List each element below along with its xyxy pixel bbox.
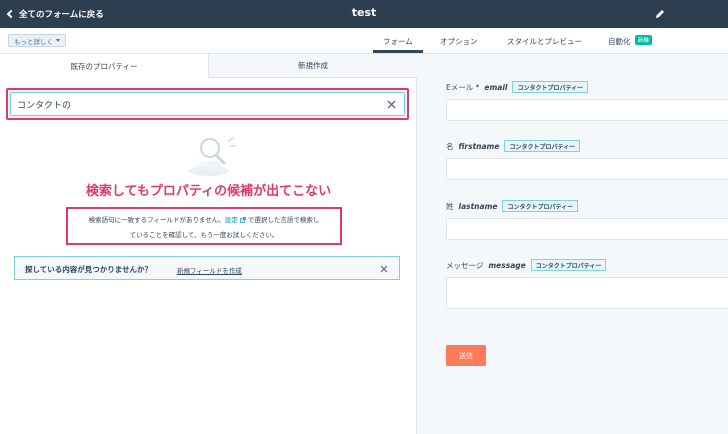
field-label-message: メッセージ message コンタクトプロパティー	[446, 258, 607, 272]
form-preview-panel: Eメール * email コンタクトプロパティー 名 firstname コンタ…	[418, 54, 728, 434]
field-label-text: Eメール *	[446, 82, 480, 92]
field-internal-name: lastname	[458, 201, 498, 211]
tab-create-new[interactable]: 新規作成	[208, 54, 417, 78]
tab-form[interactable]: フォーム	[373, 36, 423, 53]
field-label-text: 姓	[446, 201, 454, 211]
create-new-field-link[interactable]: 新規フィールドを作成	[177, 265, 242, 275]
pencil-icon[interactable]	[654, 8, 666, 20]
no-results-message-line2: ていることを確認して、もう一度お試しください。	[129, 231, 279, 239]
field-label-firstname: 名 firstname コンタクトプロパティー	[446, 139, 581, 153]
property-type-tag: コンタクトプロパティー	[530, 259, 607, 271]
clear-search-icon[interactable]	[387, 100, 396, 109]
new-badge: 新機	[635, 35, 653, 45]
field-label-lastname: 姓 lastname コンタクトプロパティー	[446, 199, 579, 213]
field-internal-name: message	[488, 260, 526, 270]
more-details-label: もっと詳しく	[14, 37, 53, 46]
settings-link[interactable]: 設定	[225, 216, 238, 224]
help-banner: 探している内容が見つかりませんか？ 新規フィールドを作成	[14, 256, 400, 280]
top-bar: 全てのフォームに戻る test	[0, 0, 728, 28]
property-type-tag: コンタクトプロパティー	[502, 200, 579, 212]
annotation-text: 検索してもプロパティの候補が出てこない	[85, 184, 332, 199]
submit-button[interactable]: 送信	[446, 345, 486, 366]
property-type-tag: コンタクトプロパティー	[512, 81, 589, 93]
field-internal-name: email	[484, 82, 508, 92]
field-label-text: 名	[446, 141, 454, 151]
external-link-icon	[239, 217, 246, 223]
close-icon[interactable]	[380, 265, 388, 273]
more-details-dropdown[interactable]: もっと詳しく	[8, 34, 66, 47]
form-title: test	[351, 6, 377, 19]
tab-options[interactable]: オプション	[440, 36, 478, 47]
message-field[interactable]	[446, 277, 728, 309]
lastname-field[interactable]	[446, 218, 728, 240]
help-question: 探している内容が見つかりませんか？	[25, 265, 153, 274]
tab-automation[interactable]: 自動化	[608, 36, 631, 47]
no-results-message-line1: 検索語句に一致するフィールドがありません。設定 で選択した言語で検索し	[70, 214, 338, 224]
field-internal-name: firstname	[458, 141, 500, 151]
caret-down-icon	[56, 39, 60, 42]
firstname-field[interactable]	[446, 158, 728, 180]
magnifier-illustration-icon	[189, 137, 236, 176]
message-highlight-box	[66, 207, 342, 245]
search-box	[10, 92, 405, 116]
email-field[interactable]	[446, 99, 728, 121]
field-label-text: メッセージ	[446, 260, 484, 270]
no-results-text-a: 検索語句に一致するフィールドがありません。	[88, 216, 225, 224]
tab-existing-properties[interactable]: 既存のプロパティー	[0, 54, 208, 78]
no-results-text-b: で選択した言語で検索し	[247, 216, 320, 224]
sub-navigation-bar: もっと詳しく フォーム オプション スタイルとプレビュー 自動化 新機	[0, 28, 728, 54]
property-search-input[interactable]	[17, 97, 377, 112]
tab-style-preview[interactable]: スタイルとプレビュー	[507, 36, 582, 47]
field-label-email: Eメール * email コンタクトプロパティー	[446, 80, 589, 94]
property-type-tag: コンタクトプロパティー	[504, 140, 581, 152]
